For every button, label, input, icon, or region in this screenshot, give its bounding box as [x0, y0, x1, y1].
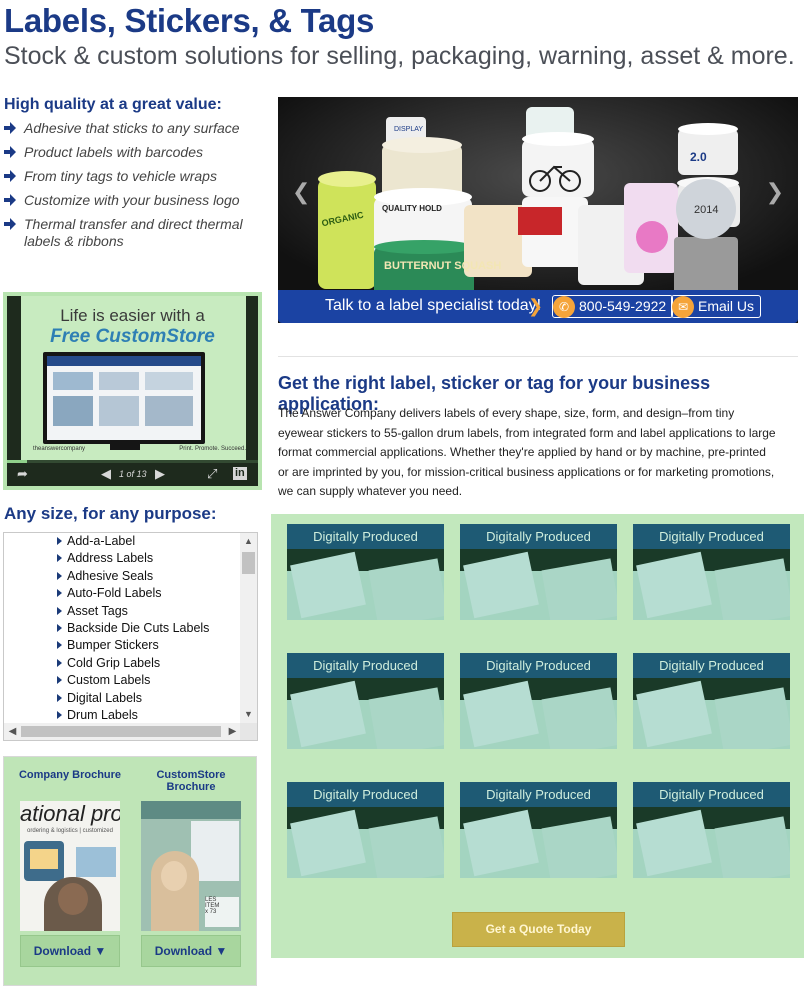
label-type-item[interactable]: Digital Labels: [4, 690, 241, 707]
product-card[interactable]: Digitally Produced: [460, 524, 617, 620]
carousel-prev-icon[interactable]: ❮: [292, 179, 310, 205]
caret-down-icon: ▼: [215, 944, 228, 958]
company-brochure: Company Brochure ational pro ordering & …: [15, 757, 125, 967]
product-card[interactable]: Digitally Produced: [460, 653, 617, 749]
previous-slide-icon[interactable]: ◀: [101, 467, 111, 480]
quality-list: Adhesive that sticks to any surface Prod…: [4, 120, 264, 257]
arrow-right-icon: [4, 218, 16, 230]
carousel-next-icon[interactable]: ❯: [766, 179, 784, 205]
page-title: Labels, Stickers, & Tags: [4, 2, 375, 39]
product-card[interactable]: Digitally Produced: [633, 653, 790, 749]
label-type-item[interactable]: Backside Die Cuts Labels: [4, 620, 241, 637]
share-icon[interactable]: ➦: [17, 467, 28, 480]
company-brochure-download-button[interactable]: Download ▼: [20, 935, 120, 967]
envelope-icon: ✉: [672, 296, 694, 318]
contact-bar-text: Talk to a label specialist today!: [325, 297, 542, 314]
quality-item: Customize with your business logo: [4, 192, 264, 209]
label-types-listbox[interactable]: Add-a-Label Address Labels Adhesive Seal…: [3, 532, 258, 741]
label-type-item[interactable]: Add-a-Label: [4, 533, 241, 550]
product-card[interactable]: Digitally Produced: [633, 782, 790, 878]
phone-icon: ✆: [553, 296, 575, 318]
label-type-item[interactable]: Custom Labels: [4, 672, 241, 689]
bullet-triangle-icon: [57, 710, 62, 719]
brochure-title: CustomStore Brochure: [156, 769, 226, 793]
sizes-heading: Any size, for any purpose:: [4, 504, 217, 523]
get-quote-button[interactable]: Get a Quote Today: [452, 912, 625, 947]
caret-down-icon: ▼: [94, 944, 107, 958]
slide-brand: theanswercompany: [33, 446, 86, 452]
slide-tagline: Print. Promote. Succeed.: [179, 446, 246, 452]
slide-counter: 1 of 13: [119, 469, 147, 479]
vertical-scrollbar[interactable]: ▲ ▼: [240, 533, 257, 723]
slideshow-progress[interactable]: [7, 460, 258, 463]
bullet-triangle-icon: [57, 658, 62, 667]
quality-heading: High quality at a great value:: [4, 96, 222, 113]
product-card[interactable]: Digitally Produced: [287, 653, 444, 749]
bullet-triangle-icon: [57, 571, 62, 580]
product-card[interactable]: Digitally Produced: [633, 524, 790, 620]
bullet-triangle-icon: [57, 589, 62, 598]
brochure-title: Company Brochure: [18, 769, 122, 781]
company-brochure-thumbnail[interactable]: ational pro ordering & logistics | custo…: [20, 801, 120, 931]
chevron-right-icon: ❯: [528, 296, 544, 316]
horizontal-scroll-thumb[interactable]: [21, 726, 221, 737]
label-type-item[interactable]: Address Labels: [4, 550, 241, 567]
hero-label-text: BUTTERNUT SQUASH: [384, 260, 501, 272]
section-description: The Answer Company delivers labels of ev…: [278, 406, 776, 498]
arrow-right-icon: [4, 122, 16, 134]
label-type-item[interactable]: Auto-Fold Labels: [4, 585, 241, 602]
section-divider: [278, 356, 798, 357]
quality-item: From tiny tags to vehicle wraps: [4, 168, 264, 185]
arrow-right-icon: [4, 194, 16, 206]
bullet-triangle-icon: [57, 693, 62, 702]
fullscreen-icon[interactable]: ⤢: [207, 467, 217, 480]
contact-bar: Talk to a label specialist today! ❯ ✆ 80…: [278, 290, 798, 323]
bullet-triangle-icon: [57, 537, 62, 545]
monitor-illustration: [43, 352, 205, 444]
horizontal-scrollbar[interactable]: ◀ ▶: [4, 723, 241, 740]
label-type-item[interactable]: Bumper Stickers: [4, 637, 241, 654]
hero-label-text: QUALITY HOLD: [382, 204, 442, 213]
bullet-triangle-icon: [57, 676, 62, 685]
label-type-item[interactable]: Drum Labels: [4, 707, 241, 723]
scroll-down-icon[interactable]: ▼: [240, 706, 257, 723]
slideshow-frame: Life is easier with a Free CustomStore t…: [7, 296, 258, 486]
product-card[interactable]: Digitally Produced: [460, 782, 617, 878]
quality-item: Thermal transfer and direct thermal labe…: [4, 216, 264, 250]
phone-link[interactable]: ✆ 800-549-2922: [552, 295, 674, 318]
next-slide-icon[interactable]: ▶: [155, 467, 165, 480]
bullet-triangle-icon: [57, 641, 62, 650]
vertical-scroll-thumb[interactable]: [242, 552, 255, 574]
scroll-left-icon[interactable]: ◀: [4, 723, 21, 740]
arrow-right-icon: [4, 146, 16, 158]
slideshow-controls: ➦ ◀ 1 of 13 ▶ ⤢ in: [7, 460, 258, 486]
bullet-triangle-icon: [57, 554, 62, 563]
scroll-right-icon[interactable]: ▶: [224, 723, 241, 740]
scroll-up-icon[interactable]: ▲: [240, 533, 257, 550]
quality-item: Product labels with barcodes: [4, 144, 264, 161]
quality-item: Adhesive that sticks to any surface: [4, 120, 264, 137]
brochures-panel: Company Brochure ational pro ordering & …: [3, 756, 257, 986]
customstore-brochure-thumbnail[interactable]: LES ITEM x 73: [141, 801, 241, 931]
linkedin-icon[interactable]: in: [233, 467, 247, 480]
slide-line-2: Free CustomStore: [50, 326, 215, 347]
bullet-triangle-icon: [57, 606, 62, 615]
customstore-brochure: CustomStore Brochure LES ITEM x 73 Downloa…: [136, 757, 246, 967]
hero-label-text: 2.0: [690, 150, 707, 164]
customstore-slideshow[interactable]: Life is easier with a Free CustomStore t…: [3, 292, 262, 490]
label-type-item[interactable]: Cold Grip Labels: [4, 655, 241, 672]
slide-line-1: Life is easier with a: [60, 306, 205, 325]
product-card[interactable]: Digitally Produced: [287, 524, 444, 620]
label-type-item[interactable]: Asset Tags: [4, 603, 241, 620]
product-grid: Digitally Produced Digitally Produced Di…: [271, 514, 804, 958]
customstore-brochure-download-button[interactable]: Download ▼: [141, 935, 241, 967]
product-card[interactable]: Digitally Produced: [287, 782, 444, 878]
label-type-item[interactable]: Adhesive Seals: [4, 568, 241, 585]
arrow-right-icon: [4, 170, 16, 182]
hero-label-text: 2014: [694, 204, 718, 216]
hero-label-text: DISPLAY: [394, 126, 423, 133]
bullet-triangle-icon: [57, 623, 62, 632]
email-link[interactable]: ✉ Email Us: [671, 295, 762, 318]
page-subtitle: Stock & custom solutions for selling, pa…: [4, 42, 795, 70]
